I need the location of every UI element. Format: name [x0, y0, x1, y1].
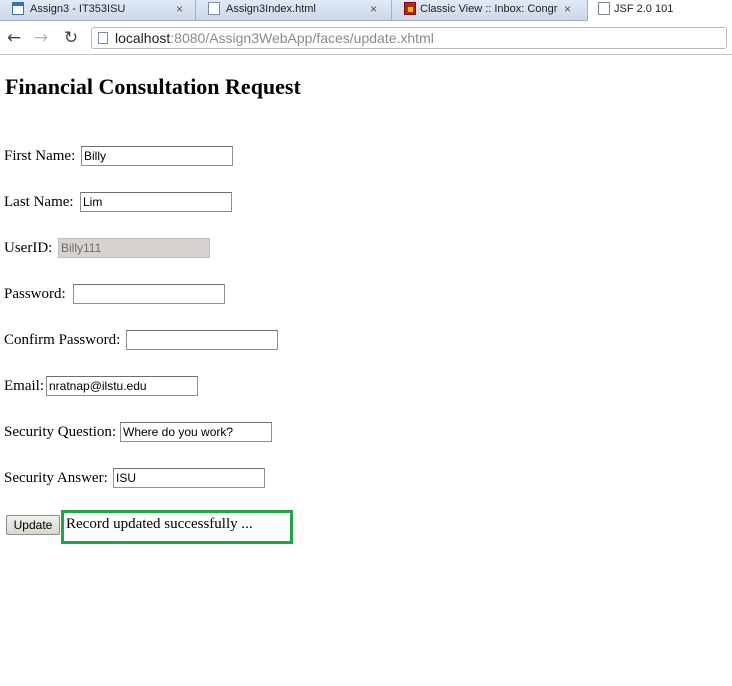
password-field[interactable] — [73, 284, 225, 304]
last-name-field[interactable] — [80, 192, 232, 212]
url-host: localhost — [115, 30, 171, 46]
forward-icon[interactable]: → — [30, 27, 52, 49]
user-id-label: UserID: — [4, 240, 53, 256]
tab-assign3-it353isu[interactable]: Assign3 - IT353ISU × — [0, 0, 196, 20]
security-question-field[interactable] — [120, 422, 272, 442]
email-field[interactable] — [46, 376, 198, 396]
tab-title: Assign3Index.html — [226, 3, 316, 15]
close-icon[interactable]: × — [564, 0, 571, 18]
status-message-box: Record updated successfully ... — [61, 510, 293, 544]
url-path: :8080/Assign3WebApp/faces/update.xhtml — [170, 30, 434, 46]
page-title: Financial Consultation Request — [5, 74, 301, 99]
security-question-label: Security Question: — [4, 424, 117, 440]
reload-icon[interactable]: ↻ — [60, 27, 82, 49]
close-icon[interactable]: × — [176, 0, 183, 18]
confirm-password-field[interactable] — [126, 330, 278, 350]
user-id-field — [58, 238, 210, 258]
app-icon — [12, 2, 24, 15]
status-message: Record updated successfully ... — [66, 516, 253, 532]
first-name-field[interactable] — [81, 146, 233, 166]
last-name-label: Last Name: — [4, 194, 74, 210]
tab-title: JSF 2.0 101 — [614, 3, 674, 15]
update-button[interactable]: Update — [6, 515, 60, 535]
tab-assign3index[interactable]: Assign3Index.html × — [196, 0, 392, 20]
first-name-label: First Name: — [4, 148, 76, 164]
tab-classic-view-inbox[interactable]: Classic View :: Inbox: Congr × — [392, 0, 588, 20]
back-icon[interactable]: ← — [3, 27, 25, 49]
document-icon — [598, 2, 610, 15]
url-text: localhost:8080/Assign3WebApp/faces/updat… — [115, 29, 434, 47]
browser-toolbar: ← → ↻ localhost:8080/Assign3WebApp/faces… — [0, 21, 732, 55]
password-label: Password: — [4, 286, 66, 302]
close-icon[interactable]: × — [370, 0, 377, 18]
confirm-password-label: Confirm Password: — [4, 332, 121, 348]
security-answer-field[interactable] — [113, 468, 265, 488]
address-bar[interactable]: localhost:8080/Assign3WebApp/faces/updat… — [91, 27, 727, 49]
tab-title: Classic View :: Inbox: Congr — [420, 3, 558, 15]
tab-jsf-101[interactable]: JSF 2.0 101 — [588, 0, 732, 21]
page-icon — [98, 32, 108, 44]
security-answer-label: Security Answer: — [4, 470, 108, 486]
tab-strip: Assign3 - IT353ISU × Assign3Index.html ×… — [0, 0, 732, 21]
email-label: Email: — [4, 378, 44, 394]
mail-icon — [404, 2, 416, 15]
document-icon — [208, 2, 220, 15]
tab-title: Assign3 - IT353ISU — [30, 3, 126, 15]
